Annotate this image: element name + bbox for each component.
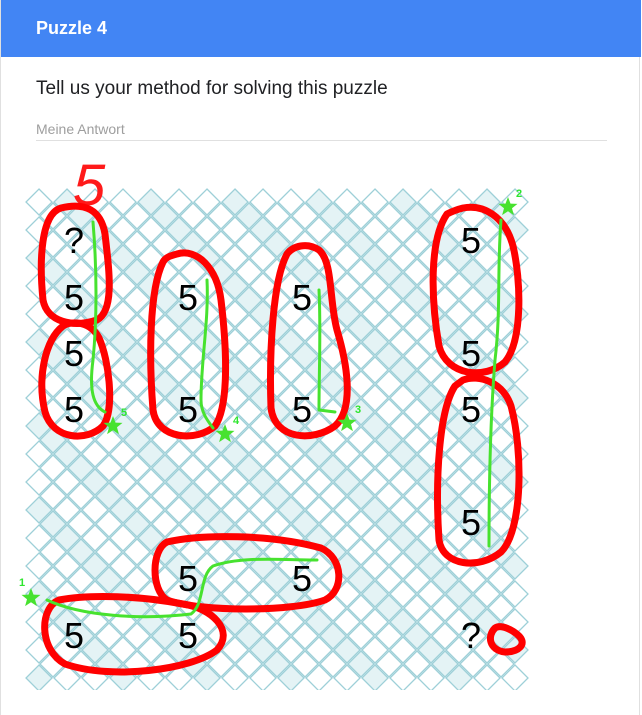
puzzle-cell: 5 [178, 389, 198, 430]
question-text: Tell us your method for solving this puz… [36, 78, 388, 99]
puzzle-cell: 5 [64, 615, 84, 656]
form-card: Puzzle 4 Tell us your method for solving… [0, 0, 641, 715]
puzzle-drawing: 5 ? 5 5 5 5 5 5 5 5 5 5 5 5 5 5 5 ? 1234… [19, 153, 529, 690]
puzzle-cell: 5 [178, 558, 198, 599]
puzzle-cell: 5 [461, 389, 481, 430]
star-label: 5 [121, 407, 127, 419]
puzzle-cell: 5 [64, 389, 84, 430]
puzzle-cell: 5 [461, 502, 481, 543]
puzzle-cell: 5 [461, 220, 481, 261]
puzzle-cell: 5 [64, 333, 84, 374]
puzzle-cell: ? [461, 615, 481, 656]
puzzle-cell: 5 [178, 277, 198, 318]
star-label: 1 [19, 577, 25, 589]
answer-input[interactable] [36, 118, 607, 141]
star-label: 3 [355, 404, 361, 416]
puzzle-cell: 5 [292, 558, 312, 599]
puzzle-cell: ? [64, 220, 84, 261]
puzzle-cell: 5 [64, 277, 84, 318]
puzzle-cell: 5 [292, 389, 312, 430]
card-header: Puzzle 4 [1, 0, 641, 57]
star-label: 4 [233, 415, 240, 427]
puzzle-cell: 5 [178, 615, 198, 656]
page-title: Puzzle 4 [36, 18, 108, 38]
puzzle-cell: 5 [292, 277, 312, 318]
star-label: 2 [516, 188, 522, 200]
